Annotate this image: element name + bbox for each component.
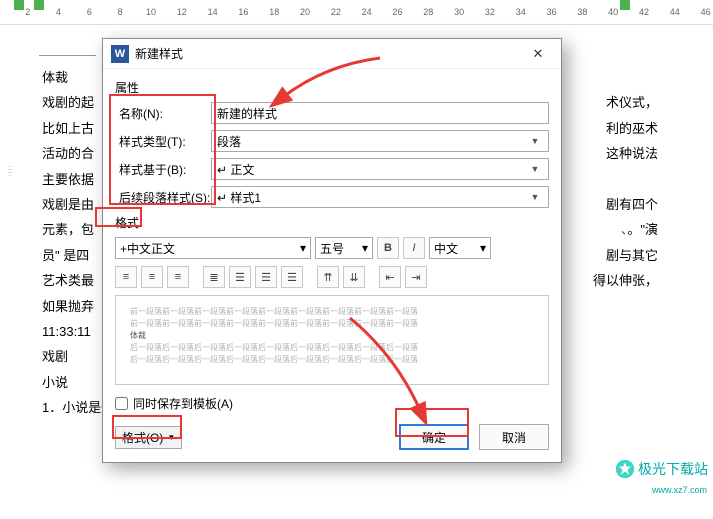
checkbox-label: 同时保存到模板(A) <box>133 395 233 412</box>
doc-text: 戏剧是由 <box>42 197 94 212</box>
align-right-button[interactable]: ≡ <box>167 266 189 288</box>
button-label: 格式(O) <box>122 429 163 446</box>
doc-text: 剧与其它 <box>606 244 658 267</box>
doc-text: 活动的合 <box>42 146 94 161</box>
line-spacing-15-button[interactable]: ☰ <box>255 266 277 288</box>
font-family-combo[interactable]: +中文正文 ▾ <box>115 237 311 259</box>
new-style-dialog: W 新建样式 ✕ 属性 名称(N): 样式类型(T): 段落 ▼ 样式基于(B):… <box>102 38 562 463</box>
chevron-down-icon: ▼ <box>167 433 175 442</box>
style-preview-pane: 前一段落前一段落前一段落前一段落前一段落前一段落前一段落前一段落前一段落 前一段… <box>115 295 549 385</box>
style-type-label: 样式类型(T): <box>115 133 211 150</box>
watermark-url: www.xz7.com <box>652 485 707 495</box>
doc-text: 主要依据 <box>42 172 94 187</box>
word-app-icon: W <box>111 45 129 63</box>
style-type-combo[interactable]: 段落 ▼ <box>211 130 549 152</box>
font-size-combo[interactable]: 五号 ▾ <box>315 237 373 259</box>
doc-text: 比如上古 <box>42 121 94 136</box>
doc-text: 剧有四个 <box>606 193 658 216</box>
watermark: 极光下载站 <box>615 459 708 479</box>
align-left-button[interactable]: ≡ <box>115 266 137 288</box>
name-label: 名称(N): <box>115 105 211 122</box>
cancel-button[interactable]: 取消 <box>479 424 549 450</box>
language-combo[interactable]: 中文 ▾ <box>429 237 491 259</box>
doc-text: 术仪式， <box>606 91 658 114</box>
checkbox-input[interactable] <box>115 397 128 410</box>
combo-value: +中文正文 <box>120 240 175 257</box>
doc-text: 利的巫术 <box>606 117 658 140</box>
close-button[interactable]: ✕ <box>523 46 553 62</box>
line-spacing-1-button[interactable]: ☰ <box>229 266 251 288</box>
preview-line: 后一段落后一段落后一段落后一段落后一段落后一段落后一段落后一段落后一段落 <box>130 354 534 366</box>
combo-value: 段落 <box>217 133 241 150</box>
following-style-label: 后续段落样式(S): <box>115 189 211 206</box>
properties-section-label: 属性 <box>115 79 549 96</box>
watermark-text: 极光下载站 <box>638 459 708 479</box>
doc-text: 元素，包 <box>42 222 94 237</box>
decrease-spacing-button[interactable]: ⇊ <box>343 266 365 288</box>
doc-text: 这种说法 <box>606 142 658 165</box>
doc-text: 艺术类最 <box>42 273 94 288</box>
doc-text: 如果抛弃 <box>42 299 94 314</box>
ruler-marker-indent[interactable] <box>34 0 44 10</box>
save-to-template-checkbox[interactable]: 同时保存到模板(A) <box>115 395 233 412</box>
italic-button[interactable]: I <box>403 237 425 259</box>
bold-button[interactable]: B <box>377 237 399 259</box>
aurora-logo-icon <box>615 459 635 479</box>
doc-text: 。"演 <box>627 222 658 237</box>
format-section-label: 格式 <box>115 214 549 231</box>
chevron-down-icon: ▼ <box>527 164 543 174</box>
increase-spacing-button[interactable]: ⇈ <box>317 266 339 288</box>
preview-line: 前一段落前一段落前一段落前一段落前一段落前一段落前一段落前一段落前一段落 <box>130 318 534 330</box>
combo-value: ↵ 样式1 <box>217 189 261 206</box>
following-style-combo[interactable]: ↵ 样式1 ▼ <box>211 186 549 208</box>
chevron-down-icon: ▼ <box>527 192 543 202</box>
ok-button[interactable]: 确定 <box>399 424 469 450</box>
based-on-combo[interactable]: ↵ 正文 ▼ <box>211 158 549 180</box>
align-center-button[interactable]: ≡ <box>141 266 163 288</box>
chevron-down-icon: ▾ <box>480 241 486 255</box>
line-spacing-2-button[interactable]: ☰ <box>281 266 303 288</box>
based-on-label: 样式基于(B): <box>115 161 211 178</box>
doc-text: 戏剧的起 <box>42 95 94 110</box>
style-name-input[interactable] <box>211 102 549 124</box>
chevron-down-icon: ▼ <box>527 136 543 146</box>
doc-text: 得以伸张， <box>593 269 658 292</box>
increase-indent-button[interactable]: ⇥ <box>405 266 427 288</box>
ruler-marker-left[interactable] <box>14 0 24 10</box>
doc-text: 员" 是四 <box>42 248 89 263</box>
preview-sample-text: 体裁 <box>130 330 534 342</box>
chevron-down-icon: ▾ <box>300 241 306 255</box>
dialog-titlebar[interactable]: W 新建样式 ✕ <box>103 39 561 69</box>
chevron-down-icon: ▾ <box>362 241 368 255</box>
preview-line: 后一段落后一段落后一段落后一段落后一段落后一段落后一段落后一段落后一段落 <box>130 342 534 354</box>
preview-line: 前一段落前一段落前一段落前一段落前一段落前一段落前一段落前一段落前一段落 <box>130 306 534 318</box>
dialog-title: 新建样式 <box>135 45 523 62</box>
combo-value: ↵ 正文 <box>217 161 254 178</box>
format-menu-button[interactable]: 格式(O) ▼ <box>115 426 182 449</box>
decrease-indent-button[interactable]: ⇤ <box>379 266 401 288</box>
align-justify-button[interactable]: ≣ <box>203 266 225 288</box>
combo-value: 中文 <box>434 240 458 257</box>
combo-value: 五号 <box>320 240 344 257</box>
section-dots: :::::: <box>8 167 12 176</box>
ruler-marker-right[interactable] <box>620 0 630 10</box>
horizontal-ruler: 2468101214161820222426283032343638404244… <box>0 0 713 25</box>
